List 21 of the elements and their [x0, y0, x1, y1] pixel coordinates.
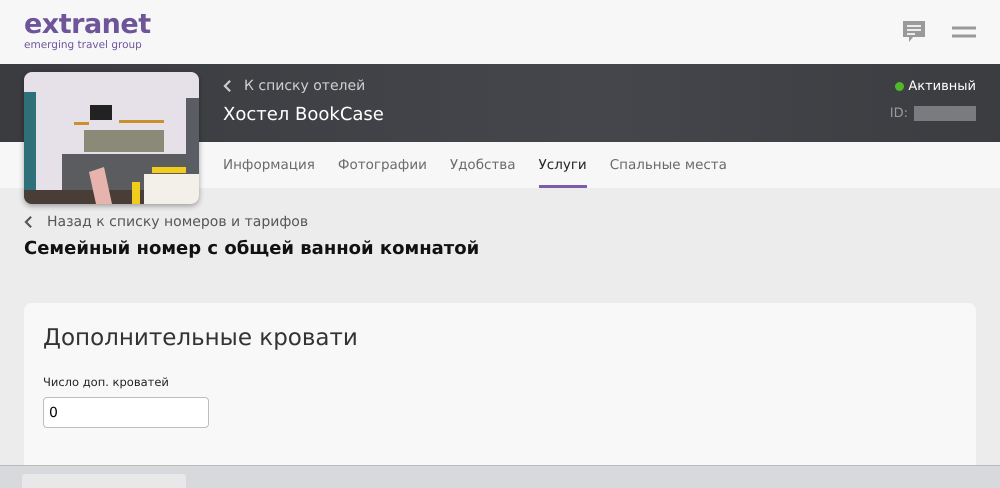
chevron-icon [223, 79, 232, 93]
redacted-block [914, 106, 976, 121]
status-label: Активный [908, 79, 976, 94]
chat-icon[interactable] [902, 20, 926, 44]
menu-icon[interactable] [952, 25, 976, 39]
chevron-icon [24, 215, 33, 229]
field-label: Число доп. кроватей [43, 375, 169, 389]
tab[interactable]: Услуги [538, 142, 587, 188]
tab[interactable]: Фотографии [338, 142, 427, 188]
logo-tagline: emerging travel group [24, 38, 142, 52]
input-field[interactable]: 0 [43, 397, 209, 428]
back-link[interactable]: К списку отелей [223, 78, 366, 94]
tab[interactable]: Спальные места [610, 142, 727, 188]
back-link[interactable]: Назад к списку номеров и тарифов [24, 214, 308, 230]
section-title: Дополнительные кровати [43, 325, 358, 351]
hotel-name: Хостел BookCase [223, 104, 384, 125]
tab[interactable]: Удобства [450, 142, 516, 188]
room-title: Семейный номер с общей ванной комнатой [24, 238, 480, 259]
id-label: ID: [890, 106, 908, 121]
logo-wordmark[interactable]: extranet [24, 12, 151, 38]
tab[interactable]: Информация [223, 142, 315, 188]
